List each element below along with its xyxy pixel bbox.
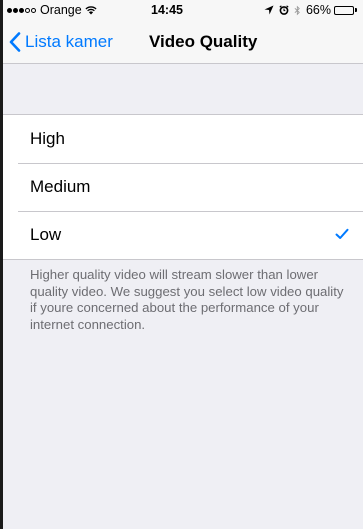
location-icon <box>264 5 274 15</box>
alarm-icon <box>279 5 289 15</box>
battery-icon <box>334 5 357 15</box>
status-bar: Orange 14:45 66% <box>3 0 363 20</box>
back-button-label: Lista kamer <box>25 31 113 51</box>
chevron-left-icon <box>9 31 21 52</box>
option-medium[interactable]: Medium <box>3 163 363 211</box>
page-title: Video Quality <box>149 31 258 51</box>
carrier-name: Orange <box>40 3 82 17</box>
status-time: 14:45 <box>151 3 183 17</box>
option-label: High <box>30 129 65 148</box>
screen: Orange 14:45 66% Lista kamer Video Quali… <box>0 0 363 529</box>
option-label: Low <box>30 225 62 244</box>
option-low[interactable]: Low <box>3 211 363 259</box>
status-left: Orange <box>7 3 97 17</box>
wifi-icon <box>85 6 97 15</box>
back-button[interactable]: Lista kamer <box>9 20 113 63</box>
battery-percent: 66% <box>305 3 331 17</box>
status-right: 66% <box>264 3 357 17</box>
signal-strength-icon <box>7 7 37 13</box>
option-label: Medium <box>30 177 91 196</box>
checkmark-icon <box>335 228 349 239</box>
navigation-bar: Lista kamer Video Quality <box>3 20 363 64</box>
option-high[interactable]: High <box>3 115 363 163</box>
quality-options-list: High Medium Low <box>3 114 363 260</box>
footer-note: Higher quality video will stream slower … <box>30 267 344 332</box>
bluetooth-icon <box>294 5 300 15</box>
